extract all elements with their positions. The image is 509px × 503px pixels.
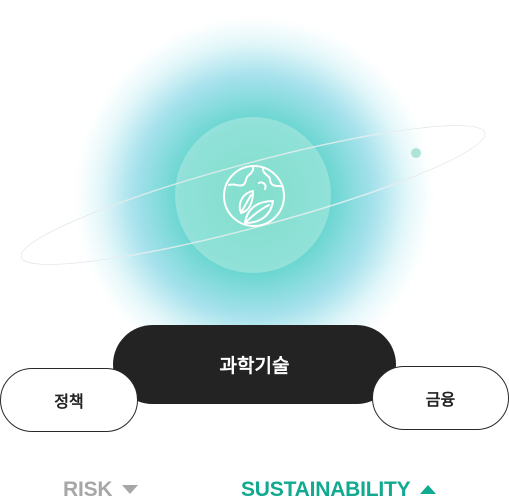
tab-risk-label: RISK [63, 477, 113, 501]
category-label-finance: 금융 [425, 390, 456, 409]
category-label-science-tech: 과학기술 [219, 355, 290, 377]
globe-leaf-icon [223, 165, 285, 227]
tab-risk[interactable]: RISK [63, 476, 139, 503]
tab-sustainability[interactable]: SUSTAINABILITY [241, 476, 437, 503]
orbit-satellite-dot [411, 148, 421, 158]
tab-sustainability-label: SUSTAINABILITY [241, 477, 411, 501]
category-pill-finance[interactable]: 금융 [372, 366, 509, 430]
category-label-policy: 정책 [54, 392, 84, 411]
caret-up-icon [420, 485, 437, 494]
category-pill-science-tech[interactable]: 과학기술 [113, 325, 396, 404]
caret-down-icon [122, 485, 139, 494]
category-pill-policy[interactable]: 정책 [0, 368, 138, 432]
